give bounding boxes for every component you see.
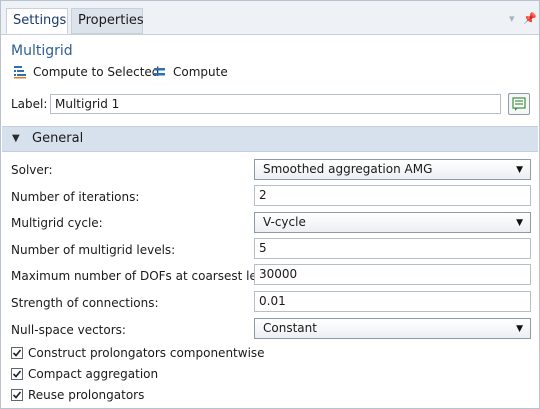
dropdown-arrow-icon: ▼ xyxy=(516,324,523,334)
checkbox-compact-aggregation[interactable]: Compact aggregation xyxy=(11,367,158,381)
tab-bar: Settings Properties ▾ 📌 xyxy=(1,1,539,35)
cycle-value: V-cycle xyxy=(263,215,306,229)
max-dofs-label: Maximum number of DOFs at coarsest level… xyxy=(11,269,279,283)
checkbox[interactable] xyxy=(11,347,23,359)
edit-label-button[interactable] xyxy=(508,93,530,115)
null-space-value: Constant xyxy=(263,321,317,335)
compute-icon xyxy=(154,68,165,76)
dropdown-arrow-icon: ▼ xyxy=(516,165,523,175)
chevron-down-icon[interactable]: ▾ xyxy=(509,12,515,25)
tab-settings[interactable]: Settings xyxy=(6,8,68,34)
label-input[interactable]: Multigrid 1 xyxy=(50,94,501,114)
cycle-select[interactable]: V-cycle ▼ xyxy=(254,212,531,233)
collapse-triangle-icon: ▼ xyxy=(12,133,20,144)
checkbox[interactable] xyxy=(11,368,23,380)
checkbox-label: Reuse prolongators xyxy=(28,388,145,402)
solver-label: Solver: xyxy=(11,163,53,177)
label-field-label: Label: xyxy=(11,97,48,111)
compute-to-selected-button[interactable]: Compute to Selected xyxy=(13,63,159,81)
iterations-label: Number of iterations: xyxy=(11,190,140,204)
checkmark-icon xyxy=(12,349,22,357)
pin-icon[interactable]: 📌 xyxy=(523,12,537,25)
checkbox-label: Compact aggregation xyxy=(28,367,159,381)
compute-to-selected-icon xyxy=(14,66,26,79)
settings-window: Settings Properties ▾ 📌 Multigrid Comput… xyxy=(0,0,540,409)
dropdown-arrow-icon: ▼ xyxy=(516,218,523,228)
checkbox-label: Construct prolongators componentwise xyxy=(28,346,265,360)
checkmark-icon xyxy=(12,391,22,399)
tab-properties[interactable]: Properties xyxy=(71,8,144,34)
max-dofs-input[interactable]: 30000 xyxy=(254,264,531,285)
checkbox-construct-prolongators[interactable]: Construct prolongators componentwise xyxy=(11,346,265,360)
section-title: General xyxy=(32,131,84,146)
checkbox-reuse-prolongators[interactable]: Reuse prolongators xyxy=(11,388,144,402)
compute-label: Compute xyxy=(173,65,228,79)
checkmark-icon xyxy=(12,370,22,378)
checkbox[interactable] xyxy=(11,389,23,401)
compute-to-selected-label: Compute to Selected xyxy=(33,65,160,79)
iterations-input[interactable]: 2 xyxy=(254,185,531,206)
compute-button[interactable]: Compute xyxy=(153,63,228,81)
null-space-label: Null-space vectors: xyxy=(11,323,126,337)
strength-label: Strength of connections: xyxy=(11,296,159,310)
null-space-select[interactable]: Constant ▼ xyxy=(254,318,531,339)
section-general[interactable]: ▼ General xyxy=(2,126,538,152)
levels-input[interactable]: 5 xyxy=(254,238,531,259)
edit-label-icon xyxy=(512,97,526,111)
solver-select[interactable]: Smoothed aggregation AMG ▼ xyxy=(254,159,531,180)
levels-label: Number of multigrid levels: xyxy=(11,243,176,257)
page-title: Multigrid xyxy=(11,43,73,59)
solver-value: Smoothed aggregation AMG xyxy=(263,162,433,176)
cycle-label: Multigrid cycle: xyxy=(11,216,103,230)
strength-input[interactable]: 0.01 xyxy=(254,291,531,312)
